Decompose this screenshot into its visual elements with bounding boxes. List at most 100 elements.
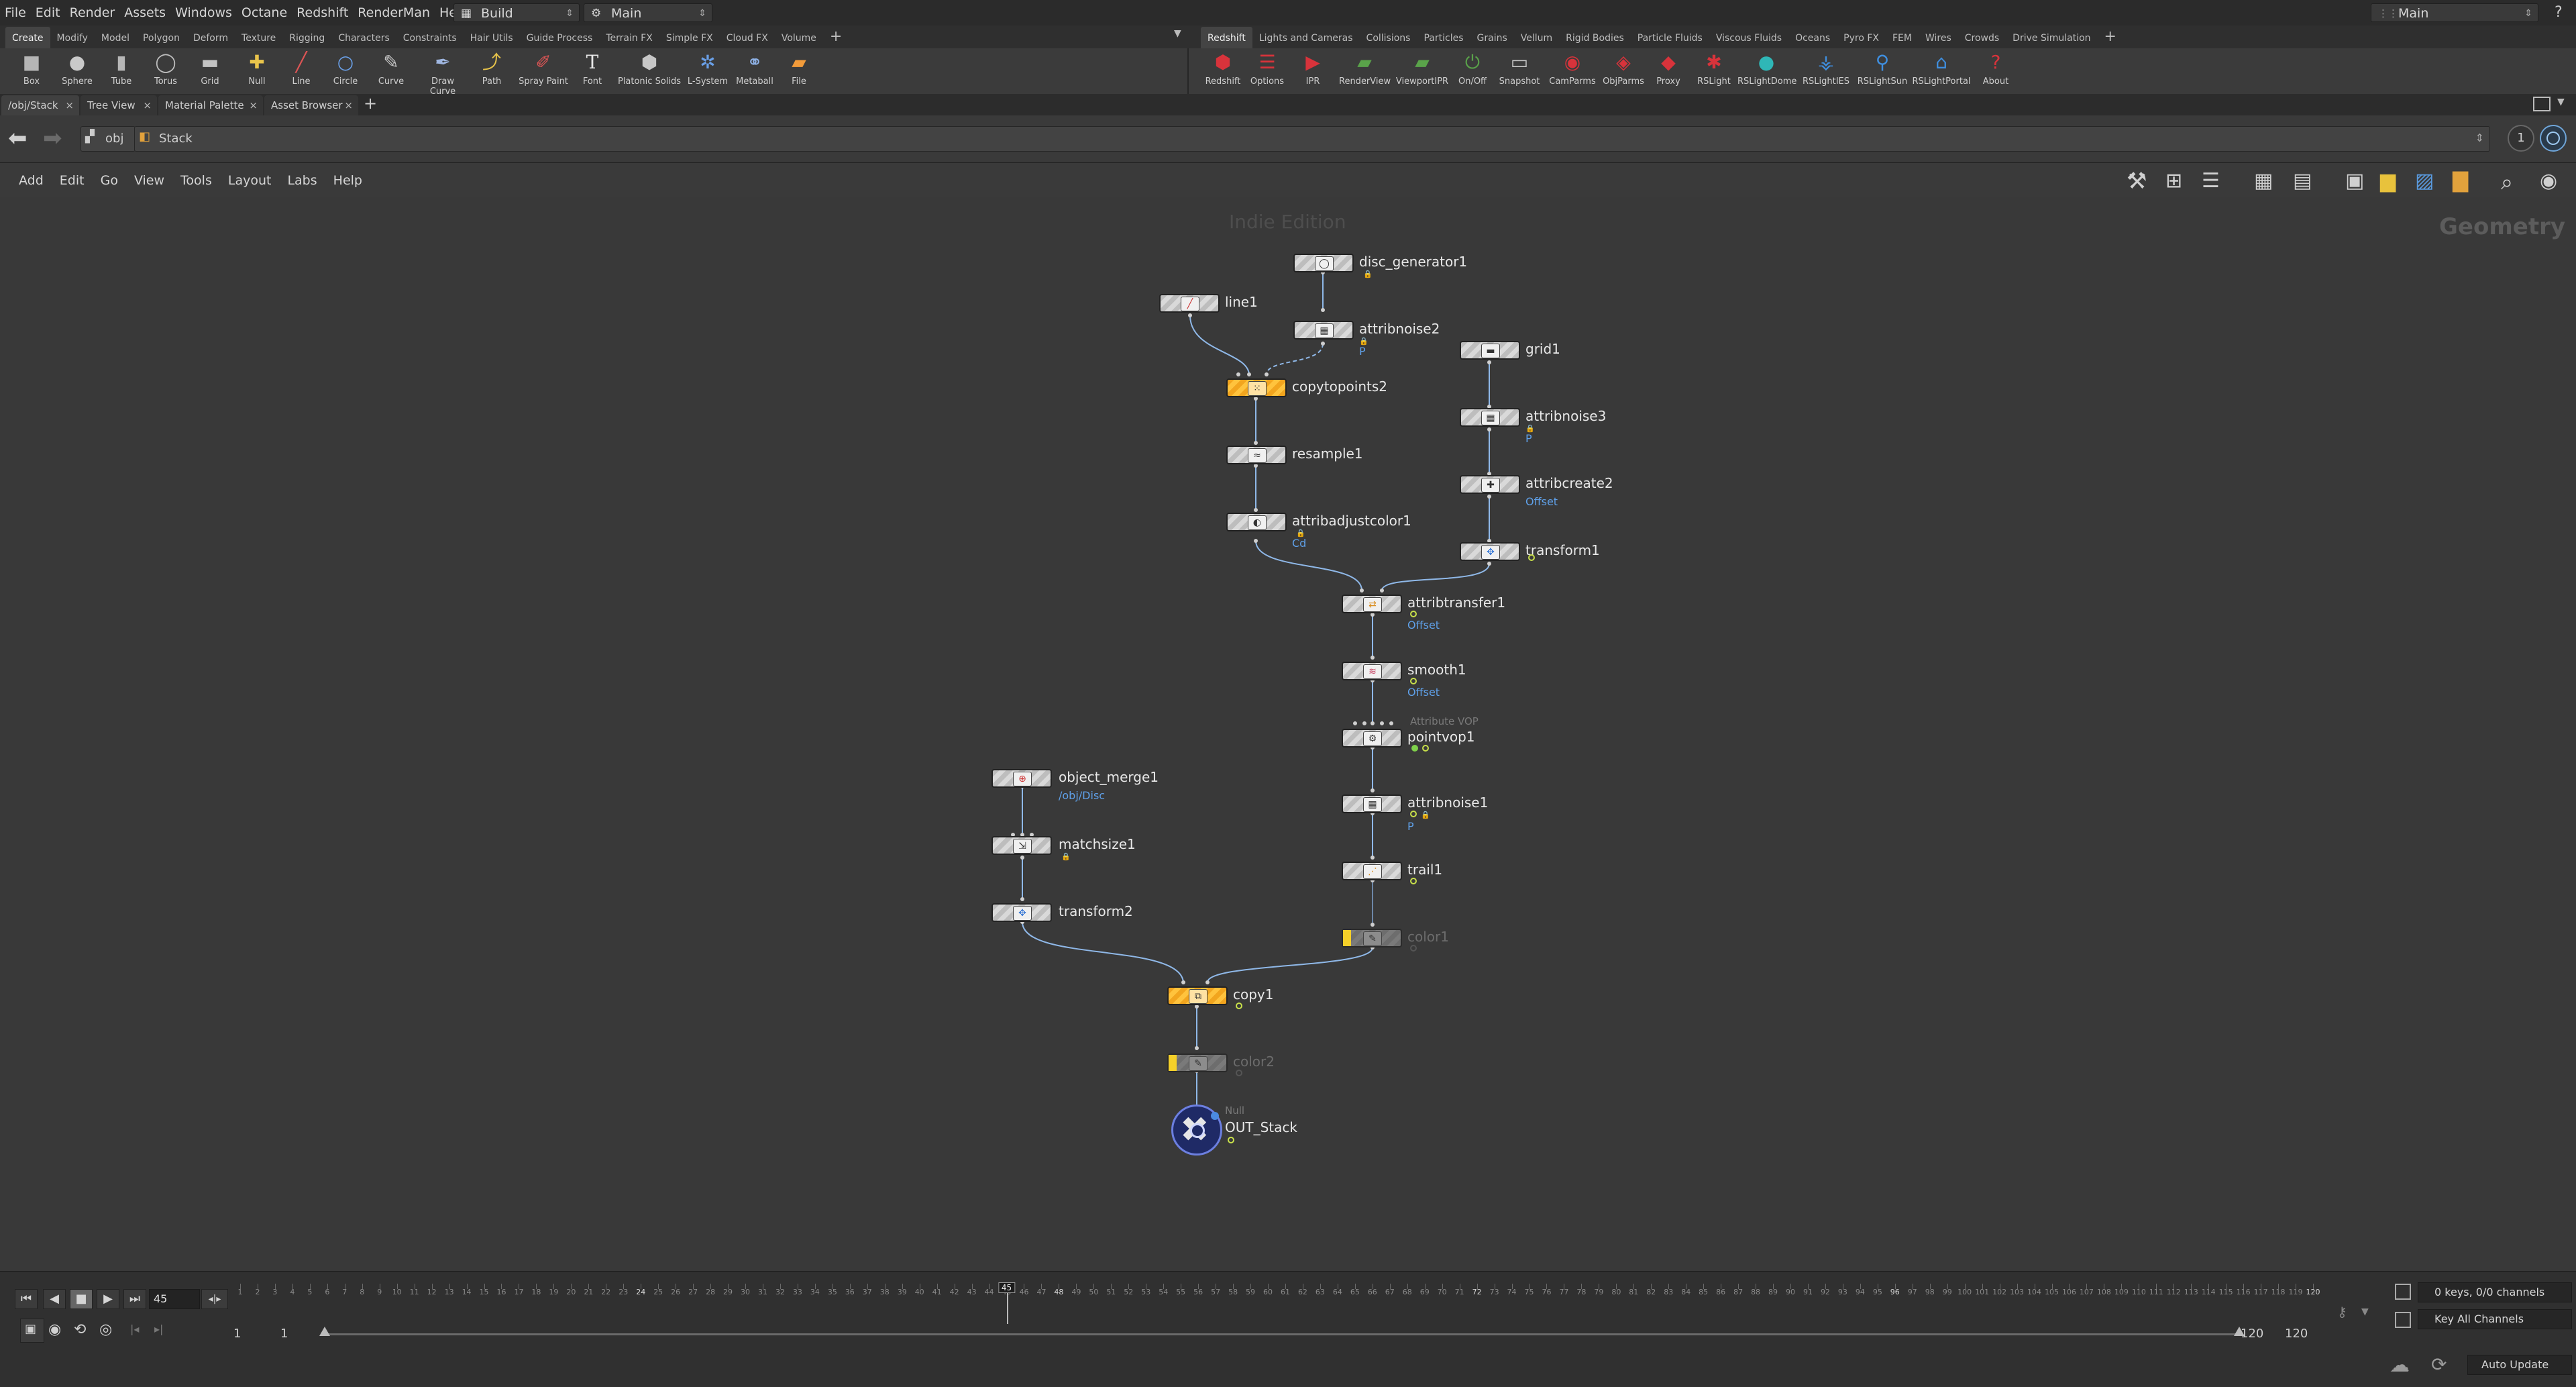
tool-rslighties[interactable]: ⚶ RSLightIES — [1799, 51, 1853, 87]
image-icon[interactable]: ▨ — [2415, 169, 2434, 193]
shelf-tab-cloud-fx[interactable]: Cloud FX — [720, 27, 775, 50]
tool-platonic-solids[interactable]: ⬢ Platonic Solids — [617, 51, 682, 87]
shelf-tab-grains[interactable]: Grains — [1470, 27, 1514, 50]
menu-octane[interactable]: Octane — [237, 0, 292, 25]
frame-ruler[interactable]: 1 2 3 4 5 6 7 8 9 10 11 12 13 14 15 16 17 18 19 20 21 22 23 24 2… — [233, 1282, 2320, 1324]
menu-render[interactable]: Render — [65, 0, 120, 25]
shelf-tab-constraints[interactable]: Constraints — [396, 27, 464, 50]
node-body[interactable]: ▬ — [1460, 341, 1520, 360]
shelf-set-dropdown[interactable]: ⚙ Main ⇕ — [584, 3, 712, 22]
shelf-tab-redshift[interactable]: Redshift — [1201, 27, 1252, 50]
menu-edit[interactable]: Edit — [31, 0, 65, 25]
tool-renderview[interactable]: ▰ RenderView — [1339, 51, 1391, 87]
tool-file[interactable]: ▰ File — [775, 51, 822, 87]
pane-tab-tree-view[interactable]: Tree View × — [80, 95, 157, 115]
pane-tab-material-palette[interactable]: Material Palette × — [158, 95, 263, 115]
path-crumb-current[interactable]: ◧ Stack ⇕ — [134, 126, 2490, 152]
shelf-menu-triangle-icon[interactable]: ▼ — [1174, 28, 1181, 39]
shelf-tab-terrain-fx[interactable]: Terrain FX — [599, 27, 659, 50]
shelf-tab-rigging[interactable]: Rigging — [282, 27, 331, 50]
layout-icon[interactable]: ▣ — [2345, 169, 2364, 193]
node-body[interactable]: ✎ — [1342, 929, 1402, 947]
prev-key-icon[interactable]: |◂ — [130, 1323, 139, 1335]
grid-view-icon[interactable]: ▦ — [2254, 169, 2273, 193]
back-arrow-icon[interactable]: ⬅ — [8, 125, 28, 152]
network-box-icon[interactable]: ▇ — [2453, 169, 2468, 193]
tool-draw-curve[interactable]: ✒ Draw Curve — [419, 51, 467, 97]
node-body[interactable]: ⧉ — [1167, 986, 1228, 1005]
maximize-pane-icon[interactable] — [2533, 97, 2551, 111]
range-start-handle[interactable] — [319, 1327, 330, 1336]
pane-tab-asset-browser[interactable]: Asset Browser × — [264, 95, 358, 115]
net-menu-help[interactable]: Help — [325, 164, 370, 197]
auto-update-button[interactable]: Auto Update — [2467, 1355, 2572, 1375]
node-body[interactable]: ⇄ — [1342, 595, 1402, 613]
key-menu-triangle-icon[interactable]: ▼ — [2361, 1306, 2369, 1317]
network-editor[interactable]: Indie Edition Geometry ◯ disc_generator1… — [0, 197, 2576, 1271]
thumbnail-view-icon[interactable]: ▤ — [2293, 169, 2312, 193]
tool-spray-paint[interactable]: ✐ Spray Paint — [518, 51, 569, 87]
shelf-tab-polygon[interactable]: Polygon — [136, 27, 186, 50]
tool-about[interactable]: ? About — [1972, 51, 2019, 87]
node-body[interactable]: ⋰ — [1342, 862, 1402, 880]
shelf-tab-rigid-bodies[interactable]: Rigid Bodies — [1559, 27, 1631, 50]
menu-assets[interactable]: Assets — [119, 0, 170, 25]
desktop-dropdown[interactable]: ▦ Build ⇕ — [453, 3, 580, 22]
range-slider[interactable] — [322, 1333, 2241, 1335]
tool-null[interactable]: ✚ Null — [233, 51, 280, 87]
shelf-tab-modify[interactable]: Modify — [50, 27, 95, 50]
null-node-body[interactable]: ✖ — [1171, 1105, 1222, 1155]
shelf-tab-vellum[interactable]: Vellum — [1514, 27, 1559, 50]
sticky-note-icon[interactable]: ▆ — [2380, 169, 2396, 193]
range-start-field[interactable]: 1 — [233, 1327, 241, 1341]
shelf-tab-guide-process[interactable]: Guide Process — [520, 27, 600, 50]
loop-icon[interactable]: ⟲ — [74, 1321, 86, 1338]
close-icon[interactable]: × — [143, 95, 152, 115]
tool-curve[interactable]: ✎ Curve — [368, 51, 415, 87]
refresh-icon[interactable]: ⟳ — [2431, 1353, 2447, 1376]
bypass-flag[interactable] — [1343, 930, 1351, 946]
shelf-tab-fem[interactable]: FEM — [1886, 27, 1919, 50]
next-key-icon[interactable]: ▸| — [154, 1323, 163, 1335]
menu-windows[interactable]: Windows — [170, 0, 237, 25]
pane-menu-triangle-icon[interactable]: ▼ — [2557, 97, 2565, 107]
net-menu-add[interactable]: Add — [0, 164, 52, 197]
tool-options[interactable]: ☰ Options — [1244, 51, 1291, 87]
shelf-tab-crowds[interactable]: Crowds — [1958, 27, 2006, 50]
node-body[interactable]: ◯ — [1293, 254, 1354, 272]
tool-font[interactable]: T Font — [569, 51, 616, 87]
net-menu-edit[interactable]: Edit — [52, 164, 93, 197]
step-back-button[interactable]: ◀ — [43, 1289, 66, 1309]
node-body[interactable]: ⊕ — [991, 769, 1052, 788]
shelf-tab-particles[interactable]: Particles — [1417, 27, 1470, 50]
tool-box[interactable]: ■ Box — [8, 51, 55, 87]
shelf-tab-collisions[interactable]: Collisions — [1360, 27, 1417, 50]
path-crumb-obj[interactable]: ▞ obj — [80, 126, 136, 152]
keys-channels-button[interactable]: 0 keys, 0/0 channels — [2418, 1282, 2572, 1302]
bypass-flag[interactable] — [1169, 1055, 1177, 1071]
tool-rslightportal[interactable]: ⌂ RSLightPortal — [1912, 51, 1971, 87]
shelf-tab-pyro-fx[interactable]: Pyro FX — [1837, 27, 1886, 50]
current-frame-field[interactable]: 45 — [149, 1289, 200, 1309]
visible-start-field[interactable]: 1 — [280, 1327, 288, 1341]
node-body[interactable]: ⁙ — [1226, 378, 1287, 397]
net-menu-view[interactable]: View — [126, 164, 172, 197]
net-menu-labs[interactable]: Labs — [279, 164, 325, 197]
net-menu-layout[interactable]: Layout — [220, 164, 280, 197]
net-menu-go[interactable]: Go — [93, 164, 126, 197]
node-body[interactable]: ⚙ — [1342, 729, 1402, 748]
tool-onoff[interactable]: ⏻ On/Off — [1449, 51, 1496, 87]
shelf-tab-viscous-fluids[interactable]: Viscous Fluids — [1709, 27, 1788, 50]
shelf-tab-simple-fx[interactable]: Simple FX — [659, 27, 720, 50]
stop-button[interactable]: ■ — [70, 1289, 93, 1309]
tool-torus[interactable]: ◯ Torus — [142, 51, 189, 87]
tool-ipr[interactable]: ▶ IPR — [1289, 51, 1336, 87]
add-shelf-tab-icon[interactable]: + — [823, 25, 849, 48]
shelf-tab-particle-fluids[interactable]: Particle Fluids — [1631, 27, 1709, 50]
visible-end-field[interactable]: 120 — [2241, 1327, 2263, 1341]
node-body[interactable]: ≈ — [1226, 446, 1287, 464]
key-icon[interactable]: ⚷ — [2337, 1304, 2347, 1320]
node-body[interactable]: ▦ — [1342, 794, 1402, 813]
right-main-dropdown[interactable]: ⋮⋮ Main ⇕ — [2371, 3, 2538, 22]
node-body[interactable]: ✚ — [1460, 475, 1520, 494]
